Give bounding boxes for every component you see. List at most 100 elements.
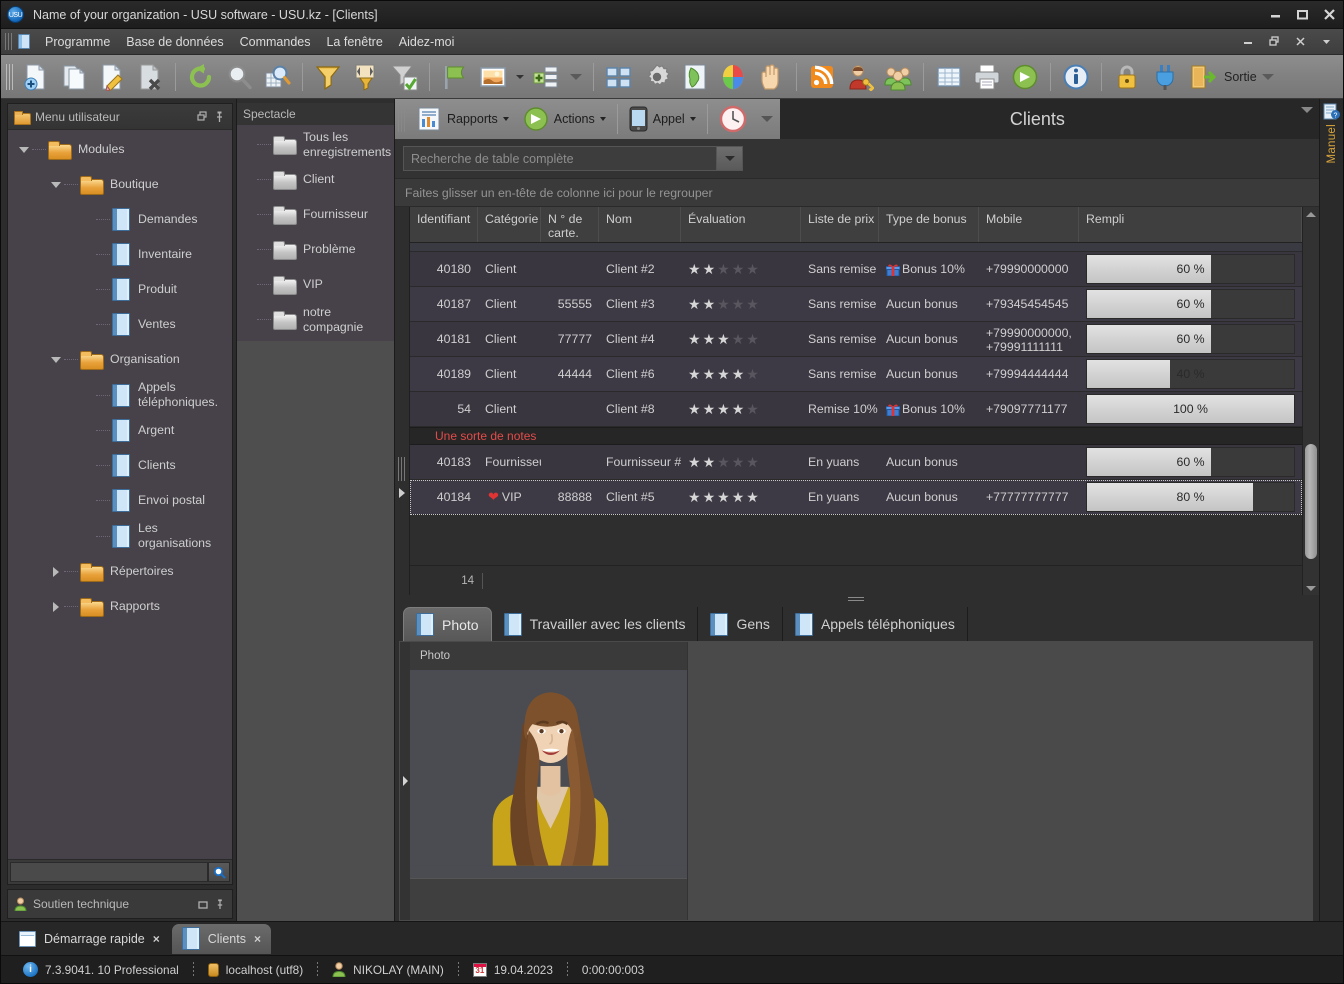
- sidebar-item-inventaire[interactable]: Inventaire: [8, 237, 232, 272]
- info-icon[interactable]: [1057, 58, 1095, 96]
- cell-id[interactable]: 54: [410, 392, 478, 426]
- star-icon[interactable]: ★: [688, 262, 701, 276]
- refresh-icon[interactable]: [182, 58, 220, 96]
- cell-bonus[interactable]: Aucun bonus: [879, 480, 979, 514]
- star-icon[interactable]: ★: [732, 367, 745, 381]
- cell-pricelist[interactable]: Sans remise: [801, 322, 879, 356]
- cell-pricelist[interactable]: Sans remise: [801, 357, 879, 391]
- rating-stars[interactable]: ★ ★ ★ ★ ★: [688, 455, 759, 469]
- copy-document-icon[interactable]: [55, 58, 93, 96]
- sidebar-item-rapports[interactable]: Rapports: [8, 589, 232, 624]
- cell-id[interactable]: 40187: [410, 287, 478, 321]
- star-icon[interactable]: ★: [746, 262, 759, 276]
- cell-pricelist[interactable]: Sans remise: [801, 287, 879, 321]
- column-header-card[interactable]: N ° de carte.: [541, 207, 599, 242]
- cell-name[interactable]: Client #5: [599, 480, 681, 514]
- green-flag-icon[interactable]: [436, 58, 474, 96]
- sidebar-item-boutique[interactable]: Boutique: [8, 167, 232, 202]
- star-icon[interactable]: ★: [703, 402, 716, 416]
- star-icon[interactable]: ★: [703, 367, 716, 381]
- cell-mobile[interactable]: +77777777777: [979, 480, 1079, 514]
- mdi-minimize-icon[interactable]: [1235, 31, 1261, 53]
- edit-document-icon[interactable]: [93, 58, 131, 96]
- search-table-icon[interactable]: [258, 58, 296, 96]
- table-row[interactable]: 40189 Client 44444 Client #6 ★ ★ ★ ★ ★ Sans remis…: [410, 357, 1302, 392]
- search-icon[interactable]: [220, 58, 258, 96]
- column-header-filled[interactable]: Rempli: [1079, 207, 1302, 242]
- star-icon[interactable]: ★: [703, 262, 716, 276]
- table-row[interactable]: 40184 ❤ VIP 88888 Client #5 ★ ★ ★ ★ ★ En yuans Aucu…: [410, 480, 1302, 515]
- cell-bonus[interactable]: Aucun bonus: [879, 357, 979, 391]
- cell-id[interactable]: 40189: [410, 357, 478, 391]
- cell-rating[interactable]: ★ ★ ★ ★ ★: [681, 392, 801, 426]
- menu-item-commandes[interactable]: Commandes: [232, 32, 319, 52]
- star-icon[interactable]: ★: [688, 490, 701, 504]
- star-icon[interactable]: ★: [717, 455, 730, 469]
- support-restore-icon[interactable]: [194, 896, 211, 913]
- cell-category[interactable]: Client: [478, 357, 541, 391]
- star-icon[interactable]: ★: [717, 367, 730, 381]
- tab-appels-t-l-phoniques[interactable]: Appels téléphoniques: [783, 607, 968, 641]
- star-icon[interactable]: ★: [688, 455, 701, 469]
- cell-filled[interactable]: 60 %: [1079, 445, 1302, 479]
- cell-card[interactable]: [541, 392, 599, 426]
- sidebar-item-organisation[interactable]: Organisation: [8, 342, 232, 377]
- star-icon[interactable]: ★: [732, 455, 745, 469]
- table-row[interactable]: 40181 Client 77777 Client #4 ★ ★ ★ ★ ★ Sans remis…: [410, 322, 1302, 357]
- star-icon[interactable]: ★: [703, 490, 716, 504]
- filter-check-icon[interactable]: [385, 58, 423, 96]
- delete-document-icon[interactable]: [131, 58, 169, 96]
- cell-id[interactable]: 40180: [410, 252, 478, 286]
- document-toolbar-grip[interactable]: [398, 106, 405, 132]
- appel-button[interactable]: Appel: [622, 102, 703, 136]
- cell-name[interactable]: Client #2: [599, 252, 681, 286]
- scroll-up-icon[interactable]: [1303, 207, 1319, 221]
- star-icon[interactable]: ★: [732, 297, 745, 311]
- cell-id[interactable]: 40181: [410, 322, 478, 356]
- taskbar-tab-clients[interactable]: Clients ×: [171, 923, 271, 954]
- cell-pricelist[interactable]: Remise 10%: [801, 392, 879, 426]
- maximize-icon[interactable]: [1289, 2, 1316, 28]
- cell-name[interactable]: Client #8: [599, 392, 681, 426]
- star-icon[interactable]: ★: [732, 262, 745, 276]
- pin-panel-icon[interactable]: [211, 108, 228, 125]
- taskbar-tab-d-marrage-rapide[interactable]: Démarrage rapide ×: [9, 924, 170, 954]
- clock-button[interactable]: [712, 102, 754, 136]
- sidebar-item-argent[interactable]: Argent: [8, 413, 232, 448]
- cell-card[interactable]: 44444: [541, 357, 599, 391]
- search-input[interactable]: [404, 147, 716, 170]
- menu-grip[interactable]: [5, 33, 12, 50]
- tree-search-input[interactable]: [10, 862, 208, 882]
- table-row[interactable]: 40180 Client Client #2 ★ ★ ★ ★ ★ Sans remise Bonu…: [410, 252, 1302, 287]
- expander-down-icon[interactable]: [48, 177, 64, 193]
- cell-bonus[interactable]: Bonus 10%: [879, 392, 979, 426]
- spectacle-item-client[interactable]: Client: [237, 162, 394, 197]
- user-menu-tree[interactable]: Modules Boutique Demandes Inventaire Produit…: [8, 130, 232, 859]
- actions-button[interactable]: Actions: [516, 102, 613, 136]
- star-icon[interactable]: ★: [717, 490, 730, 504]
- new-document-icon[interactable]: [17, 58, 55, 96]
- column-header-mobile[interactable]: Mobile: [979, 207, 1079, 242]
- tree-search-button[interactable]: [208, 862, 230, 882]
- restore-panel-icon[interactable]: [194, 108, 211, 125]
- filter-key-icon[interactable]: [347, 58, 385, 96]
- cell-filled[interactable]: 60 %: [1079, 252, 1302, 286]
- cell-bonus[interactable]: Aucun bonus: [879, 322, 979, 356]
- cell-name[interactable]: Client #6: [599, 357, 681, 391]
- grid-view-icon[interactable]: [600, 58, 638, 96]
- menu-item-programme[interactable]: Programme: [37, 32, 118, 52]
- cell-category[interactable]: Fournisseur: [478, 445, 541, 479]
- sidebar-item-clients[interactable]: Clients: [8, 448, 232, 483]
- color-palette-icon[interactable]: [714, 58, 752, 96]
- close-icon[interactable]: [1316, 2, 1343, 28]
- cell-rating[interactable]: ★ ★ ★ ★ ★: [681, 322, 801, 356]
- cell-card[interactable]: [541, 445, 599, 479]
- menu-item-aidez-moi[interactable]: Aidez-moi: [391, 32, 463, 52]
- rating-stars[interactable]: ★ ★ ★ ★ ★: [688, 402, 759, 416]
- column-header-rating[interactable]: Évaluation: [681, 207, 801, 242]
- cell-filled[interactable]: 60 %: [1079, 322, 1302, 356]
- cell-card[interactable]: 88888: [541, 480, 599, 514]
- cell-mobile[interactable]: +79097771177: [979, 392, 1079, 426]
- tab-photo[interactable]: Photo: [403, 607, 492, 641]
- star-icon[interactable]: ★: [732, 490, 745, 504]
